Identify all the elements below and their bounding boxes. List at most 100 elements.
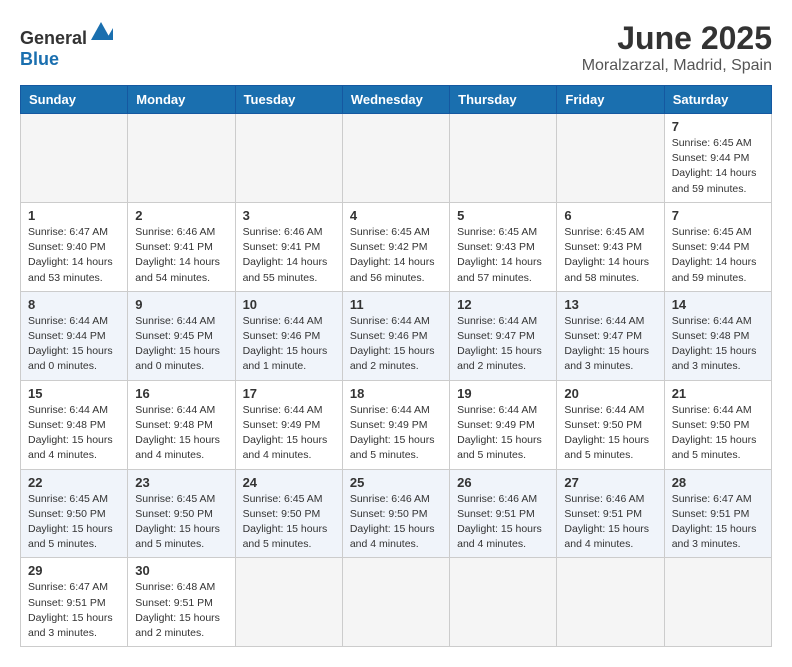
title-area: June 2025 Moralzarzal, Madrid, Spain — [582, 20, 772, 75]
day-info: Sunrise: 6:46 AMSunset: 9:41 PMDaylight:… — [243, 225, 335, 286]
calendar-cell: 4 Sunrise: 6:45 AMSunset: 9:42 PMDaylight… — [342, 202, 449, 291]
weekday-monday: Monday — [128, 86, 235, 114]
day-number: 12 — [457, 297, 549, 312]
day-info: Sunrise: 6:45 AMSunset: 9:50 PMDaylight:… — [243, 492, 335, 553]
calendar-cell — [664, 558, 771, 647]
day-number: 28 — [672, 475, 764, 490]
day-info: Sunrise: 6:46 AMSunset: 9:50 PMDaylight:… — [350, 492, 442, 553]
calendar-cell: 29 Sunrise: 6:47 AMSunset: 9:51 PMDayligh… — [21, 558, 128, 647]
day-number: 5 — [457, 208, 549, 223]
calendar-cell: 21Sunrise: 6:44 AMSunset: 9:50 PMDayligh… — [664, 380, 771, 469]
day-info: Sunrise: 6:44 AMSunset: 9:48 PMDaylight:… — [672, 314, 764, 375]
day-number: 21 — [672, 386, 764, 401]
calendar-cell — [450, 558, 557, 647]
calendar-cell: 6Sunrise: 6:45 AMSunset: 9:43 PMDaylight… — [557, 202, 664, 291]
day-info: Sunrise: 6:45 AMSunset: 9:44 PMDaylight:… — [672, 225, 764, 286]
day-number: 3 — [243, 208, 335, 223]
calendar-cell: 19Sunrise: 6:44 AMSunset: 9:49 PMDayligh… — [450, 380, 557, 469]
logo-general: General — [20, 28, 87, 48]
weekday-wednesday: Wednesday — [342, 86, 449, 114]
day-number: 24 — [243, 475, 335, 490]
day-info: Sunrise: 6:45 AMSunset: 9:42 PMDaylight:… — [350, 225, 442, 286]
calendar-cell: 10 Sunrise: 6:44 AMSunset: 9:46 PMDayligh… — [235, 291, 342, 380]
calendar-cell: 2Sunrise: 6:46 AMSunset: 9:41 PMDaylight… — [128, 202, 235, 291]
calendar-cell: 30Sunrise: 6:48 AMSunset: 9:51 PMDayligh… — [128, 558, 235, 647]
calendar-cell — [128, 114, 235, 203]
calendar-cell: 7 Sunrise: 6:45 AMSunset: 9:44 PMDaylight… — [664, 202, 771, 291]
location-title: Moralzarzal, Madrid, Spain — [582, 57, 772, 75]
day-number: 29 — [28, 563, 120, 578]
calendar-week-5: 29 Sunrise: 6:47 AMSunset: 9:51 PMDayligh… — [21, 558, 772, 647]
day-info: Sunrise: 6:44 AMSunset: 9:47 PMDaylight:… — [564, 314, 656, 375]
weekday-sunday: Sunday — [21, 86, 128, 114]
day-number: 14 — [672, 297, 764, 312]
day-info: Sunrise: 6:44 AMSunset: 9:46 PMDaylight:… — [243, 314, 335, 375]
day-info: Sunrise: 6:47 AMSunset: 9:51 PMDaylight:… — [28, 580, 120, 641]
day-info: Sunrise: 6:46 AMSunset: 9:51 PMDaylight:… — [457, 492, 549, 553]
calendar-cell: 8 Sunrise: 6:44 AMSunset: 9:44 PMDaylight… — [21, 291, 128, 380]
day-number: 13 — [564, 297, 656, 312]
day-number: 20 — [564, 386, 656, 401]
day-info: Sunrise: 6:45 AMSunset: 9:50 PMDaylight:… — [135, 492, 227, 553]
day-number: 8 — [28, 297, 120, 312]
day-info: Sunrise: 6:45 AMSunset: 9:43 PMDaylight:… — [564, 225, 656, 286]
weekday-tuesday: Tuesday — [235, 86, 342, 114]
day-info: Sunrise: 6:44 AMSunset: 9:46 PMDaylight:… — [350, 314, 442, 375]
day-number: 15 — [28, 386, 120, 401]
day-info: Sunrise: 6:46 AMSunset: 9:51 PMDaylight:… — [564, 492, 656, 553]
calendar-week-4: 22Sunrise: 6:45 AMSunset: 9:50 PMDayligh… — [21, 469, 772, 558]
weekday-thursday: Thursday — [450, 86, 557, 114]
day-number: 18 — [350, 386, 442, 401]
day-info: Sunrise: 6:45 AMSunset: 9:44 PMDaylight:… — [672, 136, 764, 197]
calendar-cell: 17Sunrise: 6:44 AMSunset: 9:49 PMDayligh… — [235, 380, 342, 469]
calendar-cell: 28Sunrise: 6:47 AMSunset: 9:51 PMDayligh… — [664, 469, 771, 558]
day-number: 2 — [135, 208, 227, 223]
weekday-saturday: Saturday — [664, 86, 771, 114]
calendar-week-0: 7 Sunrise: 6:45 AMSunset: 9:44 PMDaylight… — [21, 114, 772, 203]
calendar-cell: 15 Sunrise: 6:44 AMSunset: 9:48 PMDayligh… — [21, 380, 128, 469]
calendar-cell — [235, 558, 342, 647]
calendar-cell: 13 Sunrise: 6:44 AMSunset: 9:47 PMDayligh… — [557, 291, 664, 380]
calendar-cell: 18 Sunrise: 6:44 AMSunset: 9:49 PMDayligh… — [342, 380, 449, 469]
calendar-header: SundayMondayTuesdayWednesdayThursdayFrid… — [21, 86, 772, 114]
day-number: 11 — [350, 297, 442, 312]
calendar-cell: 27 Sunrise: 6:46 AMSunset: 9:51 PMDayligh… — [557, 469, 664, 558]
weekday-friday: Friday — [557, 86, 664, 114]
calendar-cell: 3 Sunrise: 6:46 AMSunset: 9:41 PMDaylight… — [235, 202, 342, 291]
day-number: 25 — [350, 475, 442, 490]
calendar-cell: 11 Sunrise: 6:44 AMSunset: 9:46 PMDayligh… — [342, 291, 449, 380]
calendar-cell — [342, 114, 449, 203]
day-number: 27 — [564, 475, 656, 490]
calendar-cell: 25 Sunrise: 6:46 AMSunset: 9:50 PMDayligh… — [342, 469, 449, 558]
day-number: 7 — [672, 119, 764, 134]
day-info: Sunrise: 6:45 AMSunset: 9:43 PMDaylight:… — [457, 225, 549, 286]
day-number: 7 — [672, 208, 764, 223]
day-number: 19 — [457, 386, 549, 401]
calendar: SundayMondayTuesdayWednesdayThursdayFrid… — [20, 85, 772, 647]
calendar-cell: 24 Sunrise: 6:45 AMSunset: 9:50 PMDayligh… — [235, 469, 342, 558]
logo-icon — [89, 20, 113, 44]
day-info: Sunrise: 6:44 AMSunset: 9:48 PMDaylight:… — [135, 403, 227, 464]
logo-blue: Blue — [20, 49, 59, 69]
calendar-cell: 20Sunrise: 6:44 AMSunset: 9:50 PMDayligh… — [557, 380, 664, 469]
day-info: Sunrise: 6:44 AMSunset: 9:49 PMDaylight:… — [350, 403, 442, 464]
day-number: 1 — [28, 208, 120, 223]
day-info: Sunrise: 6:44 AMSunset: 9:48 PMDaylight:… — [28, 403, 120, 464]
day-number: 4 — [350, 208, 442, 223]
logo: General Blue — [20, 20, 113, 70]
day-number: 17 — [243, 386, 335, 401]
day-info: Sunrise: 6:44 AMSunset: 9:44 PMDaylight:… — [28, 314, 120, 375]
calendar-cell — [450, 114, 557, 203]
calendar-cell: 1Sunrise: 6:47 AMSunset: 9:40 PMDaylight… — [21, 202, 128, 291]
calendar-cell — [235, 114, 342, 203]
calendar-cell — [21, 114, 128, 203]
calendar-week-1: 1Sunrise: 6:47 AMSunset: 9:40 PMDaylight… — [21, 202, 772, 291]
day-number: 16 — [135, 386, 227, 401]
day-info: Sunrise: 6:44 AMSunset: 9:45 PMDaylight:… — [135, 314, 227, 375]
header: General Blue June 2025 Moralzarzal, Madr… — [20, 20, 772, 75]
calendar-cell: 26Sunrise: 6:46 AMSunset: 9:51 PMDayligh… — [450, 469, 557, 558]
day-number: 10 — [243, 297, 335, 312]
calendar-cell — [557, 558, 664, 647]
calendar-cell: 22Sunrise: 6:45 AMSunset: 9:50 PMDayligh… — [21, 469, 128, 558]
calendar-cell — [342, 558, 449, 647]
